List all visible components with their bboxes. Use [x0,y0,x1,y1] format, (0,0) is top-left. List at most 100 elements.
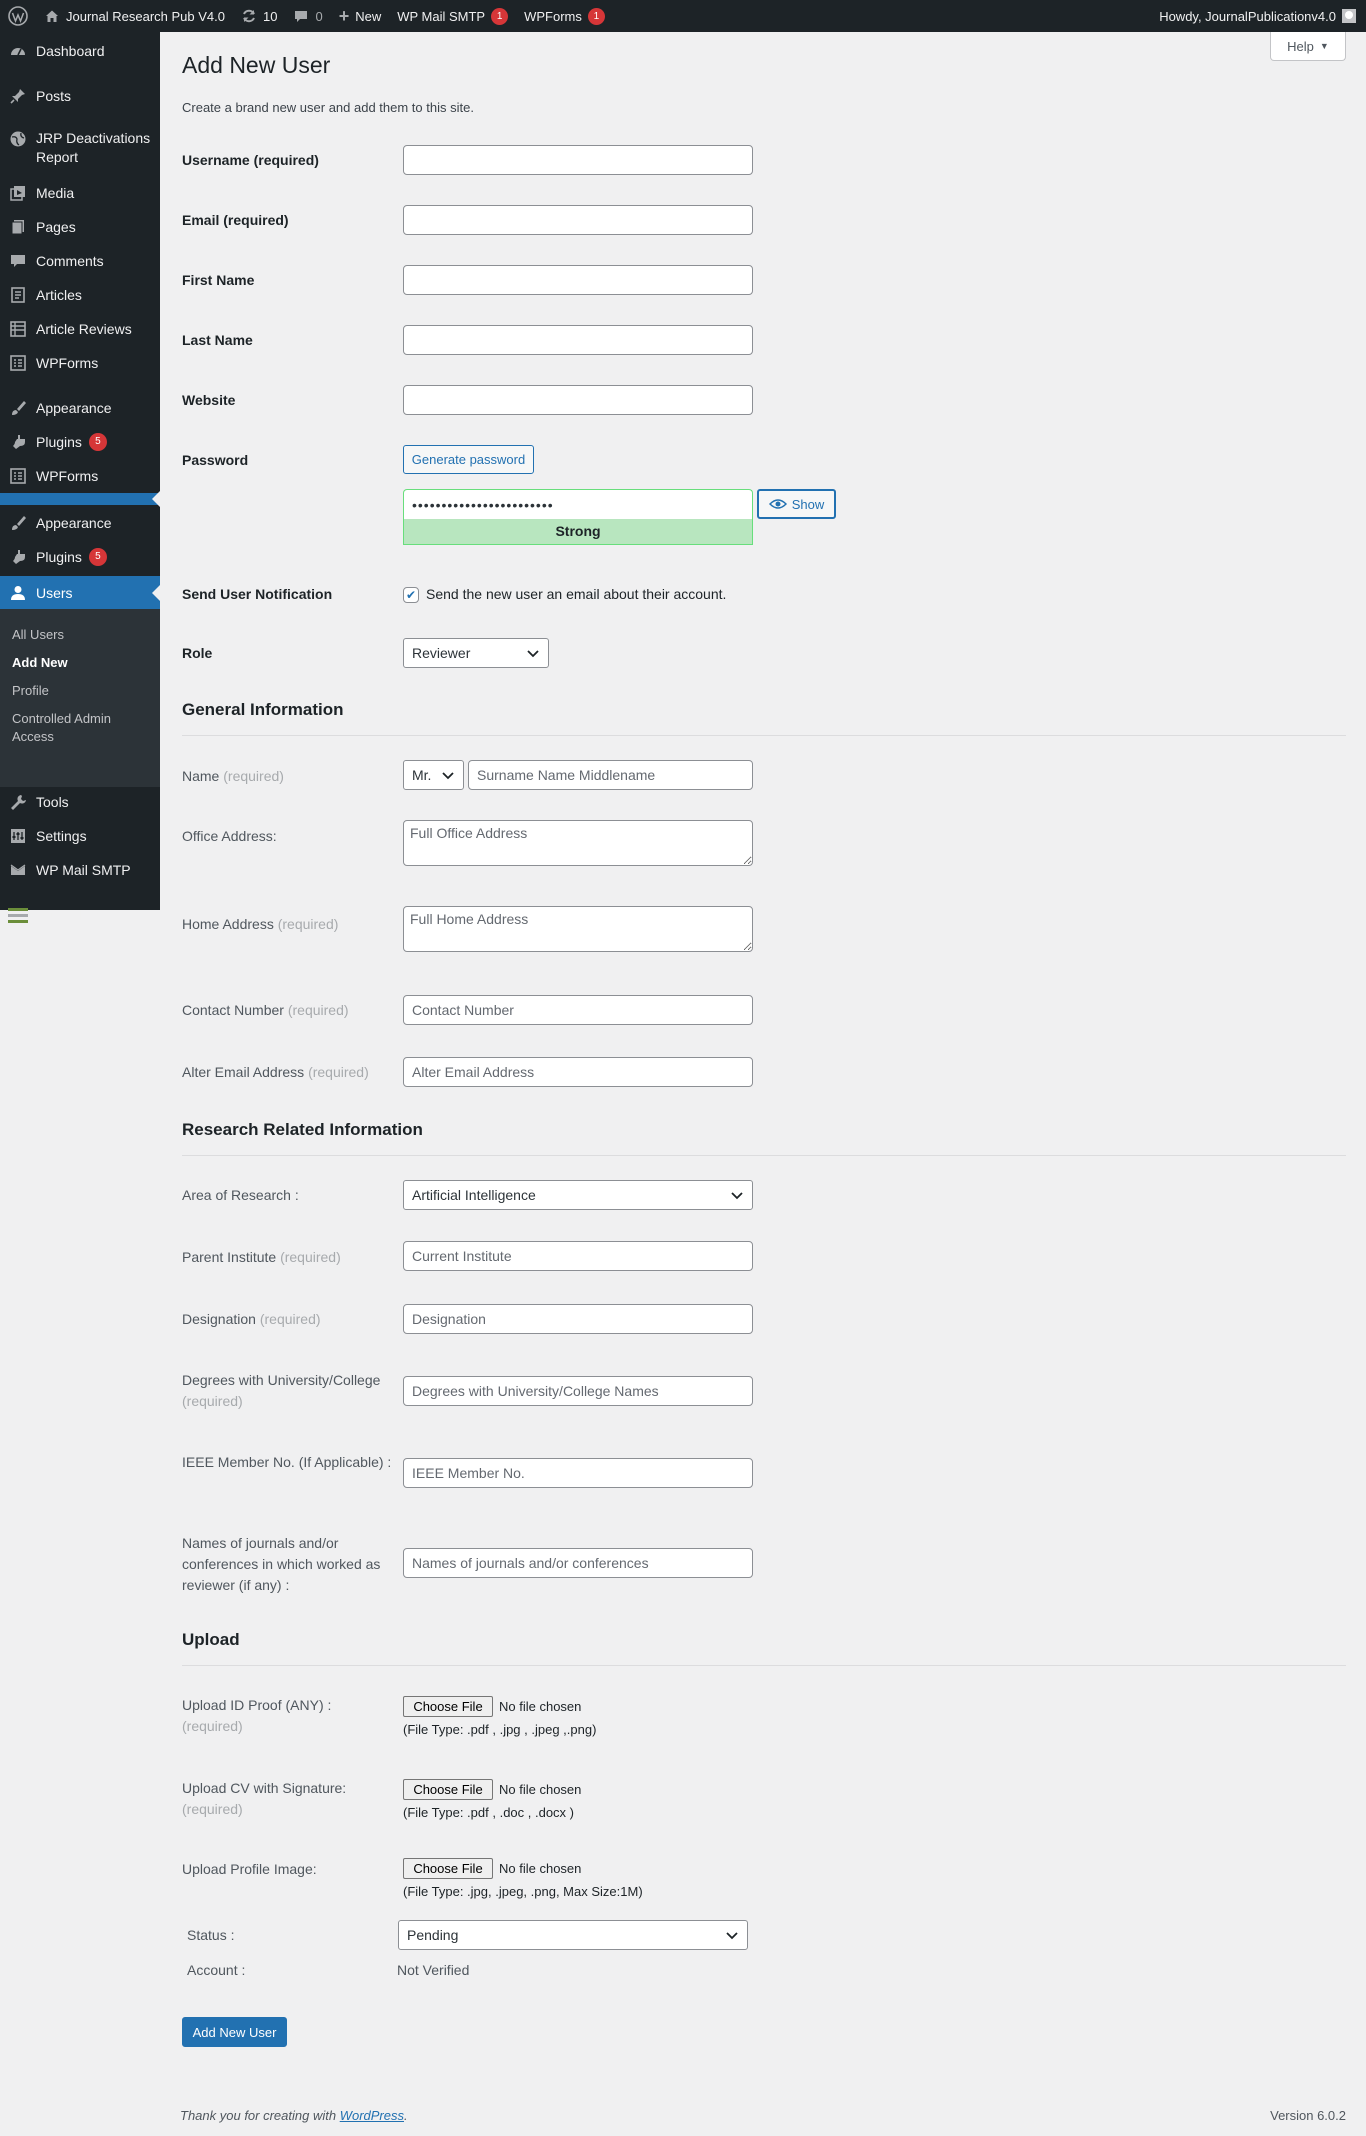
parent-institute-input[interactable] [403,1241,753,1271]
first-name-input[interactable] [403,265,753,295]
status-select[interactable]: Pending [398,1920,748,1950]
notification-checkbox[interactable]: ✔ [403,587,419,603]
page-title: Add New User [182,52,331,78]
sidebar-item-pages[interactable]: Pages [0,214,160,240]
home-address-textarea[interactable] [403,906,753,952]
office-address-label: Office Address: [182,828,277,844]
journals-input[interactable] [403,1548,753,1578]
sidebar-item-label: Plugins [36,433,82,450]
add-new-user-button[interactable]: Add New User [182,2017,287,2047]
choose-cv-file-button[interactable]: Choose File [403,1779,493,1800]
comments-link[interactable]: 0 [285,0,330,32]
submenu-profile[interactable]: Profile [12,682,49,700]
sidebar-item-label: Posts [36,87,72,104]
degrees-input[interactable] [403,1376,753,1406]
contact-number-label: Contact Number (required) [182,1002,349,1018]
sidebar-item-plugins-duplicate[interactable]: Plugins 5 [0,544,160,570]
website-input[interactable] [403,385,753,415]
upload-cv-label: Upload CV with Signature: (required) [182,1780,347,1817]
chevron-down-icon [731,1192,743,1200]
cv-file-hint: (File Type: .pdf , .doc , .docx ) [403,1805,574,1820]
help-tab-button[interactable]: Help ▼ [1270,32,1346,61]
new-content-link[interactable]: + New [331,0,390,32]
site-name-link[interactable]: Journal Research Pub V4.0 [36,0,233,32]
new-label: New [355,8,382,24]
wordpress-link[interactable]: WordPress [340,2108,404,2123]
sidebar-item-appearance-duplicate[interactable]: Appearance [0,510,160,536]
caret-down-icon: ▼ [1319,41,1329,51]
contact-number-input[interactable] [403,995,753,1025]
section-divider [182,735,1346,736]
sidebar-item-posts[interactable]: Posts [0,83,160,109]
sidebar-item-articles[interactable]: Articles [0,282,160,308]
section-divider [182,1665,1346,1666]
sidebar-item-jrp-deactivations[interactable]: JRP Deactivations Report [0,129,160,167]
sidebar-item-media[interactable]: Media [0,180,160,206]
choose-id-file-button[interactable]: Choose File [403,1696,493,1717]
email-input[interactable] [403,205,753,235]
designation-input[interactable] [403,1304,753,1334]
wp-mail-smtp-link[interactable]: WP Mail SMTP 1 [389,0,516,32]
sidebar-item-label: WPForms [36,354,99,371]
ieee-member-input[interactable] [403,1458,753,1488]
submenu-all-users[interactable]: All Users [12,626,64,644]
sidebar-item-label: Tools [36,793,69,810]
sidebar-item-journal-research[interactable]: Journal Research [0,902,160,928]
plugin-icon [0,433,36,451]
upload-heading: Upload [182,1630,240,1649]
sidebar-item-article-reviews[interactable]: Article Reviews [0,316,160,342]
area-of-research-select[interactable]: Artificial Intelligence [403,1180,753,1210]
sidebar-item-users[interactable]: Users [0,576,160,610]
sidebar-item-label: Appearance [36,399,112,416]
username-input[interactable] [403,145,753,175]
sidebar-item-comments[interactable]: Comments [0,248,160,274]
submenu-add-new[interactable]: Add New [12,654,68,672]
admin-bar: Journal Research Pub V4.0 10 0 + New WP … [0,0,1366,32]
sidebar-item-wpforms-duplicate[interactable]: WPForms [0,463,160,489]
sidebar-item-plugins[interactable]: Plugins 5 [0,429,160,455]
notification-label: Send User Notification [182,586,333,602]
alter-email-input[interactable] [403,1057,753,1087]
plugins-count-badge: 5 [88,433,107,451]
my-account-link[interactable]: Howdy, JournalPublicationv4.0 [1151,0,1366,32]
designation-label: Designation (required) [182,1311,321,1327]
howdy-text: Howdy, JournalPublicationv4.0 [1159,8,1336,24]
full-name-input[interactable] [468,760,753,790]
submenu-controlled-admin-access[interactable]: Controlled Admin Access [12,710,152,746]
account-value: Not Verified [397,1962,470,1978]
salutation-select[interactable]: Mr. [403,760,464,790]
updates-link[interactable]: 10 [233,0,285,32]
menu-highlight-strip [0,491,160,507]
wrench-icon [0,793,36,811]
last-name-input[interactable] [403,325,753,355]
wpforms-label: WPForms [524,8,582,24]
wp-mail-smtp-badge: 1 [491,7,509,25]
sidebar-item-appearance[interactable]: Appearance [0,395,160,421]
office-address-textarea[interactable] [403,820,753,866]
sidebar-item-wp-mail-smtp[interactable]: WP Mail SMTP [0,857,160,883]
role-select[interactable]: Reviewer [403,638,549,668]
sidebar-item-label: WP Mail SMTP [36,861,131,878]
generate-password-button[interactable]: Generate password [403,445,534,474]
wordpress-logo-icon[interactable] [0,0,36,32]
list-icon [0,320,36,338]
sidebar-item-tools[interactable]: Tools [0,789,160,815]
password-input[interactable]: •••••••••••••••••••••••• [403,489,753,519]
role-label: Role [182,645,213,661]
chevron-down-icon [726,1932,738,1940]
role-value: Reviewer [412,645,471,661]
site-name: Journal Research Pub V4.0 [66,8,225,24]
sidebar-item-label: Dashboard [36,42,105,59]
choose-profile-file-button[interactable]: Choose File [403,1858,493,1879]
wpforms-link[interactable]: WPForms 1 [516,0,613,32]
show-password-button[interactable]: Show [757,489,836,519]
sidebar-item-dashboard[interactable]: Dashboard [0,38,160,64]
updates-count: 10 [262,8,278,24]
menu-lines-icon [0,906,36,924]
dashboard-icon [0,42,36,60]
home-address-label: Home Address (required) [182,916,339,932]
sidebar-item-wpforms[interactable]: WPForms [0,350,160,376]
forms-icon [0,354,36,372]
sidebar-item-settings[interactable]: Settings [0,823,160,849]
forms-icon [0,467,36,485]
